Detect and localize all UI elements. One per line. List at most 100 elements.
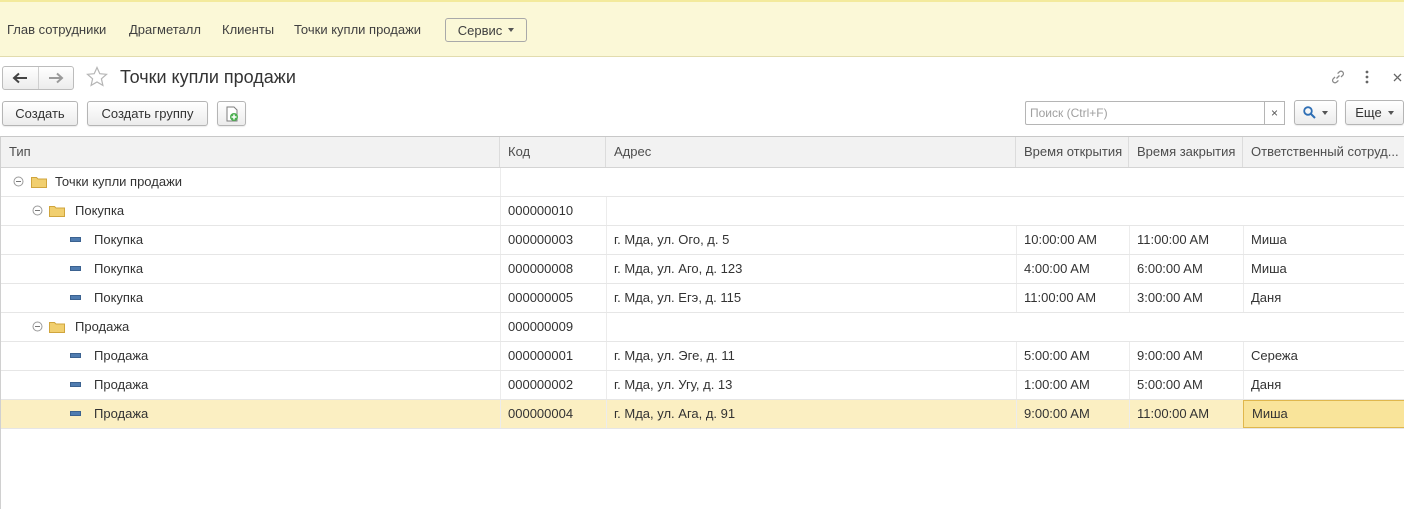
more-actions-label: Еще <box>1355 105 1382 120</box>
create-button[interactable]: Создать <box>2 101 78 126</box>
row-name: Продажа <box>94 406 149 421</box>
search-clear-button[interactable]: × <box>1264 101 1285 125</box>
create-group-button[interactable]: Создать группу <box>87 101 208 126</box>
arrow-left-icon <box>12 72 28 84</box>
cell-code: 000000005 <box>508 290 574 305</box>
top-accent-line <box>0 0 1404 2</box>
cell-code: 000000008 <box>508 261 574 276</box>
chevron-down-icon <box>1387 110 1394 115</box>
cell-address: г. Мда, ул. Эге, д. 11 <box>614 348 735 363</box>
chevron-down-icon <box>508 28 515 32</box>
arrow-right-icon <box>48 72 64 84</box>
nav-link-employees[interactable]: Глав сотрудники <box>7 22 106 37</box>
link-icon[interactable] <box>1328 67 1348 87</box>
cell-open-time: 10:00:00 AM <box>1024 232 1097 247</box>
item-icon <box>70 411 81 416</box>
table-row[interactable]: Покупка 000000008 г. Мда, ул. Аго, д. 12… <box>1 255 1404 284</box>
table-row[interactable]: Продажа 000000009 <box>1 313 1404 342</box>
row-name: Покупка <box>94 290 144 305</box>
document-add-icon <box>226 106 238 121</box>
row-name: Покупка <box>94 232 144 247</box>
item-icon <box>70 237 81 242</box>
search-options-button[interactable] <box>1294 100 1337 125</box>
table-row[interactable]: Точки купли продажи <box>1 168 1404 197</box>
folder-icon <box>49 322 65 333</box>
cell-code: 000000004 <box>508 406 574 421</box>
chevron-down-icon <box>1322 110 1328 115</box>
search-input[interactable] <box>1025 101 1265 125</box>
back-button[interactable] <box>3 67 38 89</box>
cell-close-time: 6:00:00 AM <box>1137 261 1203 276</box>
clear-icon: × <box>1270 106 1278 120</box>
folder-icon <box>31 177 47 188</box>
magnifier-icon <box>1303 106 1316 119</box>
cell-close-time: 11:00:00 AM <box>1137 406 1210 421</box>
forward-button[interactable] <box>37 67 74 89</box>
cell-open-time: 4:00:00 AM <box>1024 261 1090 276</box>
nav-link-clients[interactable]: Клиенты <box>222 22 274 37</box>
page-title: Точки купли продажи <box>120 67 296 87</box>
column-header-address[interactable]: Адрес <box>606 137 1016 167</box>
row-name: Покупка <box>94 261 144 276</box>
cell-open-time: 5:00:00 AM <box>1024 348 1090 363</box>
cell-code: 000000009 <box>508 319 574 334</box>
cell-divider <box>500 168 501 196</box>
cell-address: г. Мда, ул. Угу, д. 13 <box>614 377 733 392</box>
column-header-type[interactable]: Тип <box>1 137 500 167</box>
table-row[interactable]: Продажа 000000001 г. Мда, ул. Эге, д. 11… <box>1 342 1404 371</box>
cell-close-time: 9:00:00 AM <box>1137 348 1203 363</box>
create-group-button-label: Создать группу <box>101 106 194 121</box>
column-header-close-time[interactable]: Время закрытия <box>1129 137 1243 167</box>
nav-link-trade-points[interactable]: Точки купли продажи <box>294 22 421 37</box>
cell-address: г. Мда, ул. Егэ, д. 115 <box>614 290 742 305</box>
column-header-open-time[interactable]: Время открытия <box>1016 137 1129 167</box>
cell-open-time: 9:00:00 AM <box>1024 406 1090 421</box>
row-name: Точки купли продажи <box>55 174 183 189</box>
cell-open-time: 11:00:00 AM <box>1024 290 1097 305</box>
create-button-label: Создать <box>15 106 65 121</box>
table-row-selected[interactable]: Продажа 000000004 г. Мда, ул. Ага, д. 91… <box>1 400 1404 429</box>
column-header-responsible[interactable]: Ответственный сотруд... <box>1243 137 1404 167</box>
cell-code: 000000003 <box>508 232 574 247</box>
close-icon[interactable] <box>1390 67 1404 87</box>
add-from-file-button[interactable] <box>217 101 246 126</box>
cell-close-time: 3:00:00 AM <box>1137 290 1203 305</box>
table-row[interactable]: Покупка 000000003 г. Мда, ул. Ого, д. 5 … <box>1 226 1404 255</box>
trade-points-table: Тип Код Адрес Время открытия Время закры… <box>0 136 1404 509</box>
sections-panel: Глав сотрудники Драгметалл Клиенты Точки… <box>0 0 1404 57</box>
cell-responsible: Сережа <box>1251 348 1298 363</box>
collapse-icon[interactable] <box>32 205 43 216</box>
cell-responsible: Миша <box>1251 261 1287 276</box>
cell-code: 000000010 <box>508 203 574 218</box>
cell-open-time: 1:00:00 AM <box>1024 377 1090 392</box>
table-row[interactable]: Покупка 000000005 г. Мда, ул. Егэ, д. 11… <box>1 284 1404 313</box>
cell-responsible: Даня <box>1251 290 1282 305</box>
favorite-star-icon[interactable] <box>85 65 109 89</box>
item-icon <box>70 295 81 300</box>
cell-divider <box>606 197 607 225</box>
more-actions-button[interactable]: Еще <box>1345 100 1404 125</box>
item-icon <box>70 353 81 358</box>
cell-divider <box>606 313 607 341</box>
cell-address: г. Мда, ул. Ого, д. 5 <box>614 232 730 247</box>
table-header: Тип Код Адрес Время открытия Время закры… <box>1 137 1404 168</box>
column-header-code[interactable]: Код <box>500 137 606 167</box>
service-menu-button[interactable]: Сервис <box>445 18 527 42</box>
item-icon <box>70 382 81 387</box>
service-menu-label: Сервис <box>457 22 503 38</box>
cell-address: г. Мда, ул. Ага, д. 91 <box>614 406 736 421</box>
cell-address: г. Мда, ул. Аго, д. 123 <box>614 261 743 276</box>
table-row[interactable]: Покупка 000000010 <box>1 197 1404 226</box>
table-row[interactable]: Продажа 000000002 г. Мда, ул. Угу, д. 13… <box>1 371 1404 400</box>
cell-close-time: 5:00:00 AM <box>1137 377 1203 392</box>
more-vertical-icon[interactable] <box>1359 67 1375 87</box>
cell-close-time: 11:00:00 AM <box>1137 232 1210 247</box>
row-name: Продажа <box>94 377 149 392</box>
cell-responsible: Даня <box>1251 377 1282 392</box>
cell-responsible-current[interactable]: Миша <box>1243 400 1404 428</box>
collapse-icon[interactable] <box>13 176 24 187</box>
nav-link-precious-metals[interactable]: Драгметалл <box>129 22 201 37</box>
cell-responsible: Миша <box>1251 232 1287 247</box>
history-nav <box>2 66 74 90</box>
collapse-icon[interactable] <box>32 321 43 332</box>
